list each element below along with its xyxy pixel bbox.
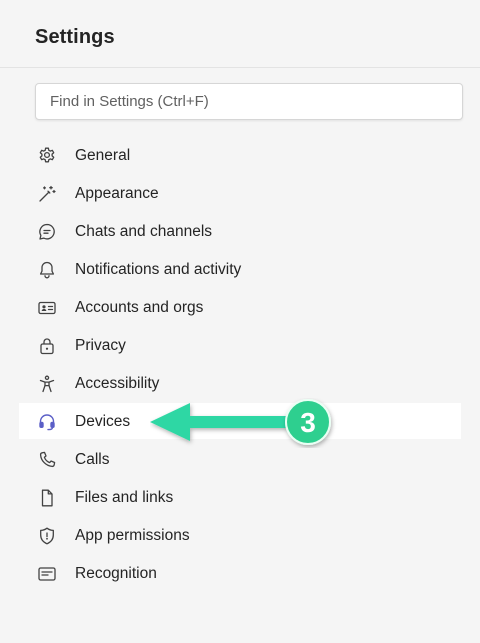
nav-item-chats-and-channels[interactable]: Chats and channels — [0, 213, 480, 251]
recognition-icon — [37, 564, 57, 584]
nav-item-label: Devices — [75, 413, 131, 430]
lock-icon — [37, 336, 57, 356]
headset-icon — [37, 412, 57, 432]
magic-wand-icon — [37, 184, 57, 204]
step-annotation: 3 — [150, 398, 340, 448]
search-box[interactable] — [35, 83, 463, 120]
nav-item-app-permissions[interactable]: App permissions — [0, 517, 480, 555]
nav-item-general[interactable]: General — [0, 137, 480, 175]
nav-item-label: Notifications and activity — [75, 261, 242, 278]
nav-item-label: App permissions — [75, 527, 190, 544]
nav-item-label: General — [75, 147, 131, 164]
document-icon — [37, 488, 57, 508]
nav-item-label: Recognition — [75, 565, 157, 582]
nav-item-label: Accounts and orgs — [75, 299, 204, 316]
nav-item-privacy[interactable]: Privacy — [0, 327, 480, 365]
accessibility-icon — [37, 374, 57, 394]
nav-item-label: Calls — [75, 451, 110, 468]
nav-item-label: Accessibility — [75, 375, 160, 392]
annotation-arrow — [150, 403, 300, 441]
nav-item-recognition[interactable]: Recognition — [0, 555, 480, 593]
nav-item-accounts-and-orgs[interactable]: Accounts and orgs — [0, 289, 480, 327]
search-input[interactable] — [36, 84, 462, 119]
nav-item-files-and-links[interactable]: Files and links — [0, 479, 480, 517]
bell-icon — [37, 260, 57, 280]
nav-item-label: Chats and channels — [75, 223, 213, 240]
gear-icon — [37, 146, 57, 166]
chat-bubble-icon — [37, 222, 57, 242]
phone-icon — [37, 450, 57, 470]
settings-nav: General Appearance Chats and channels No… — [0, 137, 480, 593]
nav-item-notifications[interactable]: Notifications and activity — [0, 251, 480, 289]
annotation-step-number: 3 — [300, 407, 316, 438]
page-title: Settings — [35, 26, 115, 48]
nav-item-appearance[interactable]: Appearance — [0, 175, 480, 213]
nav-item-label: Privacy — [75, 337, 126, 354]
nav-item-label: Appearance — [75, 185, 159, 202]
nav-item-label: Files and links — [75, 489, 174, 506]
settings-header: Settings — [0, 0, 480, 68]
contact-card-icon — [37, 298, 57, 318]
shield-icon — [37, 526, 57, 546]
